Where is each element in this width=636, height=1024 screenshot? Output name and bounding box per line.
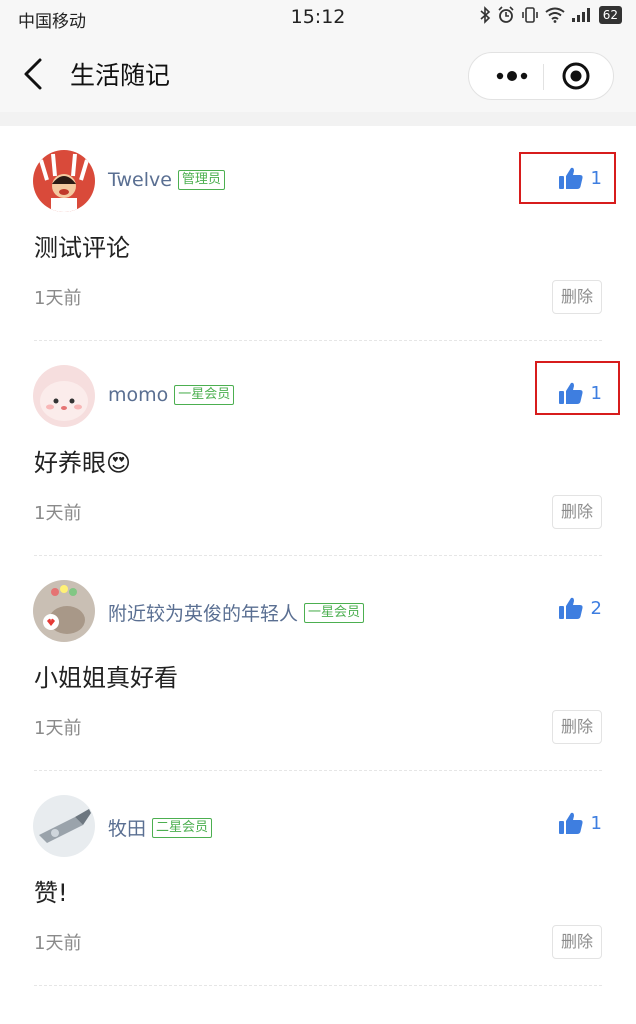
thumbs-up-icon <box>558 597 583 619</box>
comment-author: 附近较为英俊的年轻人 一星会员 <box>108 599 365 626</box>
comment-time: 1天前 <box>34 718 82 739</box>
avatar[interactable] <box>33 365 95 427</box>
comment-item: 附近较为英俊的年轻人 一星会员 2 小姐姐真好看 1天前 删除 <box>0 556 636 771</box>
avatar[interactable] <box>33 580 95 642</box>
comment-author: momo 一星会员 <box>108 384 235 406</box>
comment-text: 小姐姐真好看 <box>34 664 178 692</box>
author-badge: 二星会员 <box>152 817 213 838</box>
avatar[interactable] <box>33 150 95 212</box>
status-bar: 中国移动 15:12 62 <box>0 0 636 36</box>
back-arrow-icon[interactable] <box>18 56 48 92</box>
capsule-divider <box>543 64 544 90</box>
mini-program-capsule <box>468 52 614 100</box>
thumbs-up-icon <box>558 812 583 834</box>
delete-button[interactable]: 删除 <box>552 710 602 744</box>
author-name[interactable]: Twelve <box>108 169 172 191</box>
target-icon[interactable] <box>553 53 599 99</box>
bluetooth-icon <box>480 6 490 24</box>
page-title: 生活随记 <box>70 61 171 90</box>
comment-item: 牧田 二星会员 1 赞! 1天前 删除 <box>0 771 636 986</box>
comment-text: 赞! <box>34 879 68 907</box>
delete-button[interactable]: 删除 <box>552 925 602 959</box>
comment-item: momo 一星会员 1 好养眼😍 1天前 删除 <box>0 341 636 556</box>
comment-author: Twelve 管理员 <box>108 169 225 191</box>
avatar[interactable] <box>33 795 95 857</box>
vibrate-icon <box>521 7 538 23</box>
alarm-icon <box>498 6 514 23</box>
author-name[interactable]: 附近较为英俊的年轻人 <box>108 599 298 626</box>
delete-button[interactable]: 删除 <box>552 280 602 314</box>
author-badge: 管理员 <box>177 170 225 190</box>
comment-author: 牧田 二星会员 <box>108 814 213 841</box>
comment-text: 好养眼😍 <box>34 449 132 477</box>
battery-level: 62 <box>598 6 622 24</box>
like-count: 1 <box>590 812 602 834</box>
highlight-box <box>519 152 616 204</box>
item-divider <box>34 985 602 986</box>
more-dots-icon[interactable] <box>483 53 541 99</box>
status-icons: 62 <box>479 6 622 24</box>
like-button[interactable]: 2 <box>558 597 602 619</box>
like-button[interactable]: 1 <box>558 812 602 834</box>
delete-button[interactable]: 删除 <box>552 495 602 529</box>
nav-bar: 生活随记 <box>0 36 636 112</box>
highlight-box <box>535 361 620 415</box>
wifi-icon <box>545 7 565 23</box>
comment-text: 测试评论 <box>34 234 130 262</box>
like-count: 2 <box>590 597 602 619</box>
comment-time: 1天前 <box>34 288 82 309</box>
comment-item: Twelve 管理员 1 测试评论 1天前 删除 <box>0 126 636 341</box>
header-separator <box>0 112 636 126</box>
author-badge: 一星会员 <box>174 385 235 405</box>
author-name[interactable]: 牧田 <box>108 814 146 841</box>
comment-time: 1天前 <box>34 933 82 954</box>
signal-icon <box>571 8 590 22</box>
author-name[interactable]: momo <box>108 384 168 406</box>
author-badge: 一星会员 <box>304 602 365 623</box>
comment-time: 1天前 <box>34 503 82 524</box>
